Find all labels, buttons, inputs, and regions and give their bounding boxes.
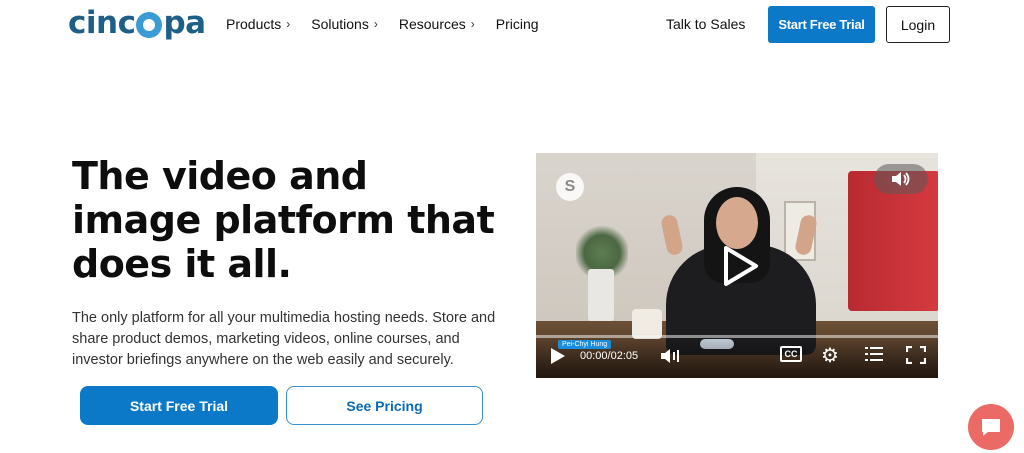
- nav-products[interactable]: Products ›: [226, 16, 290, 32]
- fullscreen-button[interactable]: [905, 345, 927, 369]
- video-player[interactable]: S Pei-Chyi Hung 00:00/02:05 CC ⚙: [536, 153, 938, 378]
- logo-text-end: pa: [163, 5, 206, 41]
- closed-captions-button[interactable]: CC: [780, 346, 802, 362]
- nav-solutions[interactable]: Solutions ›: [311, 16, 378, 32]
- nav-solutions-label: Solutions: [311, 16, 369, 32]
- big-play-button[interactable]: [717, 243, 763, 289]
- nav-resources-label: Resources: [398, 16, 466, 32]
- brand-icon: S: [556, 173, 584, 201]
- video-time-display: 00:00/02:05: [580, 350, 639, 362]
- hero-subtitle: The only platform for all your multimedi…: [72, 310, 496, 368]
- chevron-right-icon: ›: [286, 17, 291, 31]
- playlist-button[interactable]: [865, 346, 883, 367]
- unmute-button[interactable]: [874, 164, 928, 194]
- chevron-right-icon: ›: [373, 17, 378, 31]
- gear-icon[interactable]: ⚙: [821, 343, 839, 368]
- see-pricing-button[interactable]: See Pricing: [286, 386, 483, 425]
- control-play-button[interactable]: [550, 347, 566, 370]
- hero-title: The video and image platform that does i…: [72, 154, 495, 286]
- chevron-right-icon: ›: [470, 17, 475, 31]
- video-plant-pot: [588, 269, 614, 321]
- site-header: cinc pa Products › Solutions › Resources …: [0, 0, 1024, 50]
- video-person-face: [716, 197, 758, 249]
- talk-to-sales-link[interactable]: Talk to Sales: [666, 16, 745, 32]
- video-progress-bar[interactable]: [536, 335, 938, 338]
- volume-icon: [892, 172, 910, 186]
- play-icon: [551, 348, 565, 364]
- nav-resources[interactable]: Resources ›: [399, 16, 475, 32]
- chat-icon: [982, 419, 1000, 436]
- nav-pricing-label: Pricing: [495, 16, 539, 32]
- header-start-trial-button[interactable]: Start Free Trial: [768, 6, 875, 43]
- control-volume-button[interactable]: [660, 347, 680, 370]
- volume-icon: [661, 349, 679, 363]
- fullscreen-icon: [905, 345, 927, 365]
- hero-start-trial-button[interactable]: Start Free Trial: [80, 386, 278, 425]
- chat-launcher-button[interactable]: [968, 404, 1014, 450]
- login-button[interactable]: Login: [886, 6, 950, 43]
- play-icon: [724, 246, 758, 286]
- nav-products-label: Products: [226, 16, 282, 32]
- main-nav: Products › Solutions › Resources › Prici…: [226, 16, 560, 32]
- logo-mark-icon: [136, 12, 163, 38]
- cincopa-logo[interactable]: cinc pa: [68, 5, 206, 41]
- nav-pricing[interactable]: Pricing: [496, 16, 539, 32]
- logo-text-start: cinc: [68, 5, 136, 41]
- list-icon: [865, 347, 883, 361]
